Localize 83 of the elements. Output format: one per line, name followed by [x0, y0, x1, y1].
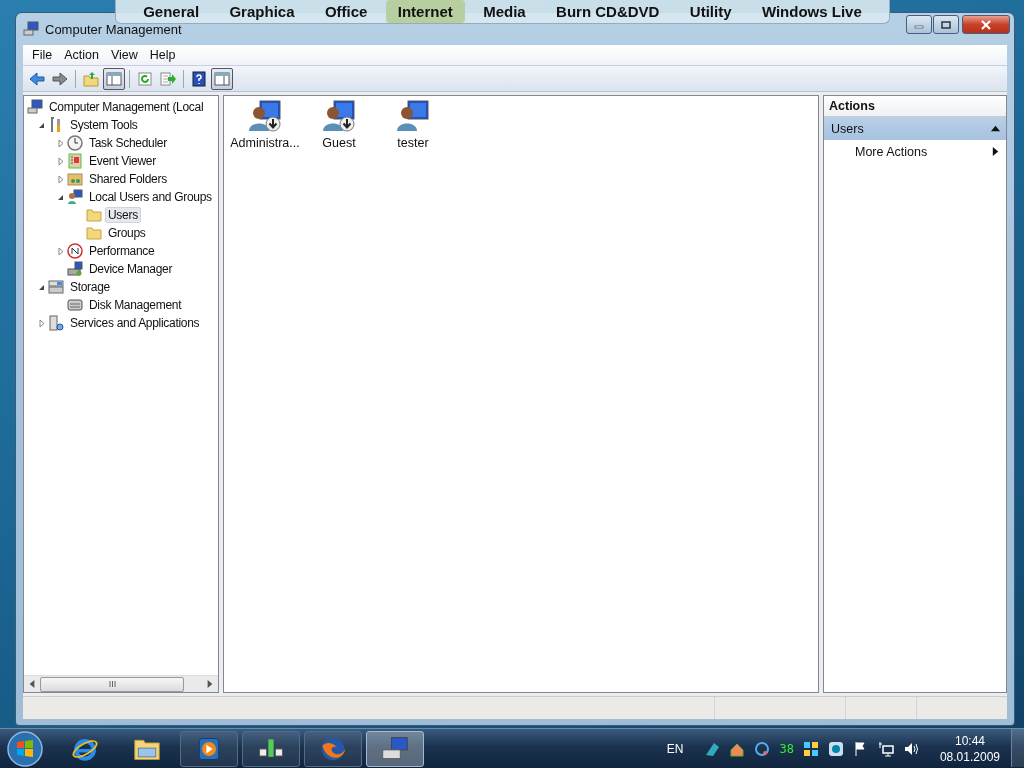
tree-item[interactable]: Users [105, 207, 141, 223]
drive-icon [67, 297, 83, 313]
windows-flag-icon[interactable] [802, 740, 819, 757]
user-icon[interactable] [396, 99, 430, 133]
section-label: Users [831, 121, 864, 136]
taskbar-button[interactable] [366, 730, 424, 767]
tree-item[interactable]: Device Manager [86, 261, 176, 277]
maximize-button[interactable] [933, 15, 959, 34]
tree-item[interactable]: Services and Applications [67, 315, 203, 331]
pane-icon [214, 70, 230, 87]
action-label: More Actions [855, 144, 928, 159]
forward-arrow-icon [52, 70, 68, 87]
close-button[interactable] [962, 15, 1010, 34]
tree-item[interactable]: Event Viewer [86, 153, 159, 169]
collapsed-arrow-icon[interactable] [36, 317, 47, 329]
drive-icon [48, 279, 64, 295]
folder-icon [86, 207, 102, 223]
launcher-tab[interactable]: Internet [385, 0, 465, 23]
clock-time[interactable]: 10:44 [954, 732, 985, 749]
launcher-tab[interactable]: Burn CD&DVD [544, 0, 672, 23]
launcher-tab[interactable]: Windows Live [749, 0, 874, 23]
toolbar-button[interactable] [211, 67, 233, 90]
tree-item[interactable]: Groups [105, 225, 149, 241]
window-title: Computer Management [45, 21, 182, 37]
help-icon [191, 70, 207, 87]
launcher-tab[interactable]: General [131, 0, 212, 23]
start-orb-icon[interactable] [6, 729, 44, 768]
launcher-tab[interactable]: Office [312, 0, 380, 23]
tray-counter[interactable]: 38 [779, 741, 794, 756]
tree-item[interactable]: Performance [86, 243, 158, 259]
launcher-tab[interactable]: Graphica [217, 0, 307, 23]
back-arrow-icon [29, 70, 45, 87]
collapsed-arrow-icon[interactable] [55, 245, 66, 257]
maximize-icon [941, 19, 951, 30]
users-icon [67, 189, 83, 205]
launcher-tab[interactable]: Utility [677, 0, 744, 23]
tree-item[interactable]: Task Scheduler [86, 135, 170, 151]
clock-date[interactable]: 08.01.2009 [939, 748, 1000, 765]
tree-item[interactable]: Disk Management [86, 297, 185, 313]
close-icon [981, 19, 991, 30]
scroll-thumb[interactable] [40, 676, 184, 692]
tree-item[interactable]: Computer Management (Local [46, 99, 207, 115]
tree-item[interactable]: Local Users and Groups [86, 189, 215, 205]
menu-item[interactable]: Action [58, 47, 105, 63]
collapsed-arrow-icon[interactable] [55, 173, 66, 185]
grip-icon [108, 681, 116, 687]
launcher-tab[interactable]: Media [471, 0, 538, 23]
language-indicator[interactable]: EN [666, 741, 684, 756]
show-desktop-button[interactable] [1011, 729, 1024, 767]
folder-up-icon [83, 70, 99, 87]
server-icon [48, 315, 64, 331]
collapsed-arrow-icon[interactable] [55, 137, 66, 149]
submenu-arrow-icon [991, 147, 1000, 156]
shared-folder-icon [67, 171, 83, 187]
collapsed-arrow-icon[interactable] [55, 155, 66, 167]
toolbar-button[interactable] [103, 67, 125, 90]
folder-icon [86, 225, 102, 241]
minimize-button[interactable] [906, 15, 932, 34]
user-name[interactable]: tester [397, 136, 429, 150]
export-icon [160, 70, 176, 87]
taskbar-button[interactable] [180, 730, 238, 767]
menu-item[interactable]: Help [143, 47, 182, 63]
tree-item[interactable]: Storage [67, 279, 113, 295]
computer-icon [27, 99, 43, 115]
computer-icon [23, 21, 39, 37]
taskbar-button[interactable] [242, 730, 300, 767]
left-arrow-icon [28, 680, 36, 688]
refresh-icon [137, 70, 153, 87]
actions-section-header[interactable]: Users [824, 117, 1006, 140]
right-arrow-icon [206, 680, 214, 688]
collapse-arrow-icon[interactable] [991, 124, 1000, 133]
tree-item[interactable]: Shared Folders [86, 171, 170, 187]
gauge-icon [67, 243, 83, 259]
log-icon [67, 153, 83, 169]
horizontal-scrollbar[interactable] [24, 675, 218, 692]
pane-icon [106, 70, 122, 87]
menu-item[interactable]: File [26, 47, 59, 63]
tree-item[interactable]: System Tools [67, 117, 141, 133]
action-item[interactable]: More Actions [824, 140, 1006, 163]
menu-item[interactable]: View [104, 47, 144, 63]
device-icon [67, 261, 83, 277]
network-icon[interactable] [877, 740, 894, 757]
clock-icon [67, 135, 83, 151]
